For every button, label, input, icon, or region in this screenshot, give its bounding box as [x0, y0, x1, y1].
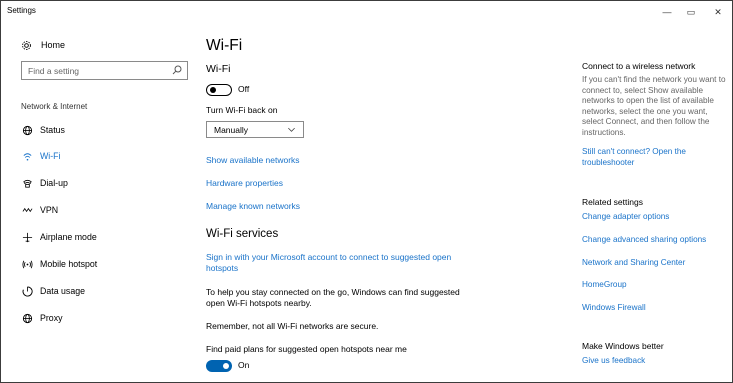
toggle-knob [223, 363, 229, 369]
vpn-icon [21, 205, 33, 216]
sidebar-item-proxy[interactable]: Proxy [21, 311, 63, 325]
maximize-button[interactable]: ▭ [680, 1, 702, 23]
sidebar-item-wifi[interactable]: Wi-Fi [21, 149, 61, 163]
data-usage-icon [21, 285, 33, 297]
change-adapter-link[interactable]: Change adapter options [582, 212, 727, 223]
sidebar-item-data-usage[interactable]: Data usage [21, 284, 85, 298]
feedback-link[interactable]: Give us feedback [582, 356, 727, 367]
search-icon[interactable] [172, 65, 182, 77]
sidebar-item-airplane[interactable]: Airplane mode [21, 230, 97, 244]
turn-back-dropdown[interactable]: Manually [206, 121, 304, 138]
sidebar-item-label: Wi-Fi [40, 151, 61, 161]
paid-plans-state: On [238, 360, 250, 370]
advanced-sharing-link[interactable]: Change advanced sharing options [582, 235, 727, 246]
sidebar-item-label: Status [40, 125, 65, 135]
home-nav[interactable]: Home [21, 38, 65, 52]
sidebar-item-label: Mobile hotspot [40, 259, 98, 269]
turn-back-value: Manually [214, 125, 249, 135]
wifi-toggle[interactable] [206, 84, 232, 96]
paid-plans-toggle[interactable] [206, 360, 232, 372]
manage-networks-link[interactable]: Manage known networks [206, 201, 300, 212]
turn-back-label: Turn Wi-Fi back on [206, 105, 278, 115]
close-button[interactable]: ✕ [707, 1, 729, 23]
gear-icon [21, 40, 33, 51]
connect-text: If you can't find the network you want t… [582, 75, 726, 137]
troubleshoot-link[interactable]: Still can't connect? Open the troublesho… [582, 147, 727, 168]
services-title: Wi-Fi services [206, 228, 279, 240]
chevron-down-icon [287, 125, 296, 136]
globe-icon [21, 125, 33, 136]
airplane-icon [21, 232, 33, 243]
page-title: Wi-Fi [206, 37, 243, 54]
section-label: Network & Internet [21, 102, 88, 111]
window-title: Settings [7, 6, 36, 15]
search-input[interactable]: Find a setting [21, 61, 188, 80]
wifi-icon [21, 151, 33, 162]
globe-icon [21, 313, 33, 324]
related-heading: Related settings [582, 197, 643, 207]
homegroup-link[interactable]: HomeGroup [582, 280, 727, 291]
signin-link[interactable]: Sign in with your Microsoft account to c… [206, 252, 461, 274]
toggle-knob [210, 87, 216, 93]
sidebar-item-label: Proxy [40, 313, 63, 323]
sharing-center-link[interactable]: Network and Sharing Center [582, 258, 727, 269]
settings-window: Settings — ▭ ✕ Home Find a setting Netwo… [0, 0, 733, 383]
wifi-toggle-state: Off [238, 84, 250, 94]
connect-heading: Connect to a wireless network [582, 61, 696, 71]
sidebar-item-vpn[interactable]: VPN [21, 203, 58, 217]
firewall-link[interactable]: Windows Firewall [582, 303, 727, 314]
help-text: To help you stay connected on the go, Wi… [206, 287, 460, 308]
sidebar-item-status[interactable]: Status [21, 123, 65, 137]
sidebar-item-hotspot[interactable]: Mobile hotspot [21, 257, 97, 271]
paid-plans-label: Find paid plans for suggested open hotsp… [206, 344, 407, 354]
hotspot-icon [21, 259, 33, 270]
sidebar-item-label: VPN [40, 205, 59, 215]
related-panel: Connect to a wireless network If you can… [571, 23, 732, 382]
sidebar-item-label: Dial-up [40, 178, 68, 188]
better-heading: Make Windows better [582, 341, 664, 351]
main-content: Wi-Fi Wi-Fi Off Turn Wi-Fi back on Manua… [191, 23, 571, 382]
hardware-properties-link[interactable]: Hardware properties [206, 178, 283, 189]
warning-text: Remember, not all Wi-Fi networks are sec… [206, 321, 379, 331]
sidebar-item-dialup[interactable]: Dial-up [21, 176, 68, 190]
title-bar: Settings — ▭ ✕ [1, 1, 732, 23]
sidebar-item-label: Airplane mode [40, 232, 97, 242]
minimize-button[interactable]: — [656, 1, 678, 23]
search-placeholder: Find a setting [28, 66, 80, 76]
sidebar: Home Find a setting Network & Internet S… [1, 23, 191, 382]
home-label: Home [41, 40, 66, 50]
sidebar-item-label: Data usage [40, 286, 85, 296]
phone-icon [21, 178, 33, 189]
wifi-subtitle: Wi-Fi [206, 63, 231, 75]
show-networks-link[interactable]: Show available networks [206, 155, 300, 166]
